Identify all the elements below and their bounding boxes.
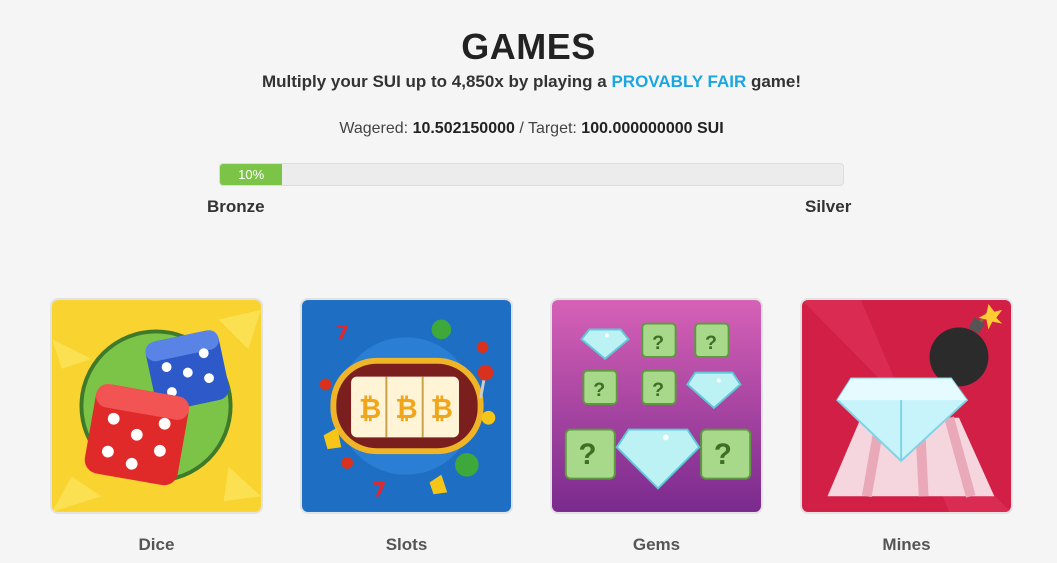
svg-text:?: ? [593,379,605,401]
dice-icon [52,300,261,512]
svg-text:?: ? [578,438,596,471]
svg-text:?: ? [714,438,732,471]
wager-summary: Wagered: 10.502150000 / Target: 100.0000… [0,120,1057,138]
wager-progress-bar: 10% [219,163,844,186]
svg-text:7: 7 [373,478,387,501]
current-tier-label: Bronze [207,197,265,216]
target-label: / Target: [514,120,582,137]
svg-text:₿: ₿ [431,393,453,424]
game-label-mines[interactable]: Mines [800,535,1013,555]
provably-fair-link[interactable]: PROVABLY FAIR [611,72,746,91]
next-tier-label: Silver [805,197,852,216]
svg-text:₿: ₿ [359,393,381,424]
game-card-slots[interactable]: ₿ ₿ ₿ 7 7 [300,298,513,514]
wagered-label: Wagered: [339,120,413,137]
game-label-dice[interactable]: Dice [50,535,263,555]
game-card-gems[interactable]: ?? ?? ?? [550,298,763,514]
subtitle-prefix: Multiply your SUI up to 4,850x by playin… [261,72,612,91]
svg-text:7: 7 [335,321,349,344]
page-title: GAMES [461,26,596,67]
svg-text:?: ? [652,332,664,354]
svg-text:₿: ₿ [395,393,417,424]
wagered-value: 10.502150000 [412,120,515,137]
svg-text:?: ? [705,332,717,354]
progress-fill: 10% [220,164,283,185]
mines-icon [802,300,1011,512]
svg-text:?: ? [652,379,664,401]
game-card-mines[interactable] [800,298,1013,514]
game-label-slots[interactable]: Slots [300,535,513,555]
target-value: 100.000000000 SUI [581,120,724,137]
slot-machine-icon: ₿ ₿ ₿ 7 7 [302,300,511,512]
game-card-dice[interactable] [50,298,263,514]
game-label-gems[interactable]: Gems [550,535,763,555]
gems-icon: ?? ?? ?? [552,300,761,512]
subtitle-suffix: game! [746,72,802,91]
page-subtitle: Multiply your SUI up to 4,850x by playin… [0,72,1057,92]
